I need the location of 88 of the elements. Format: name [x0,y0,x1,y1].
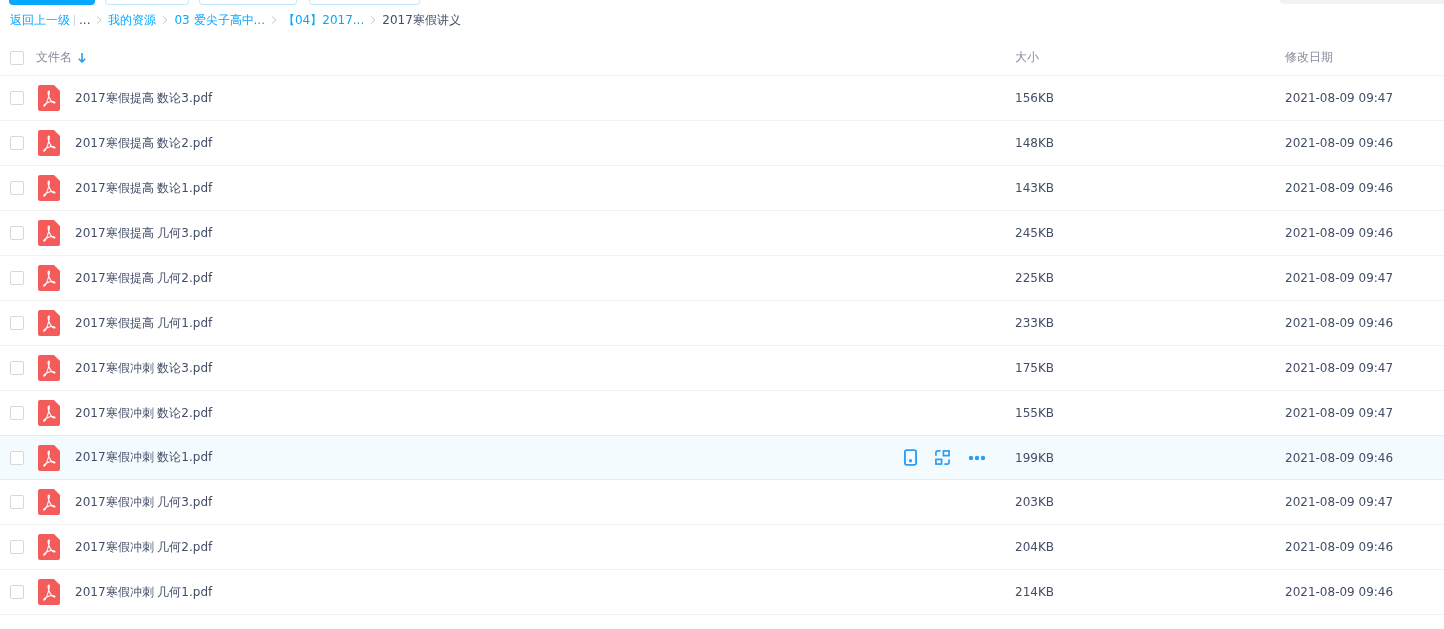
file-row[interactable]: 2017寒假提高 数论3.pdf 156KB 2021-08-09 09:47 [0,76,1444,121]
more-icon[interactable] [968,454,986,461]
modified-date: 2021-08-09 09:46 [1285,136,1395,150]
file-size: 148KB [1015,136,1055,150]
row-checkbox[interactable] [10,181,24,195]
modified-date: 2021-08-09 09:46 [1285,540,1395,554]
modified-date: 2021-08-09 09:47 [1285,361,1395,375]
chevron-right-icon [370,16,377,24]
pdf-file-icon [38,265,60,291]
file-size: 156KB [1015,91,1055,105]
row-checkbox[interactable] [10,316,24,330]
row-checkbox[interactable] [10,540,24,554]
pdf-file-icon [38,400,60,426]
file-row[interactable]: 2017寒假冲刺 数论1.pdf 199KB 2021-08-09 09:46 [0,435,1444,480]
file-name[interactable]: 2017寒假冲刺 数论3.pdf [75,359,213,377]
modified-date: 2021-08-09 09:47 [1285,406,1395,420]
modified-date: 2021-08-09 09:47 [1285,91,1395,105]
file-size: 155KB [1015,406,1055,420]
file-row[interactable]: 2017寒假提高 数论2.pdf 148KB 2021-08-09 09:46 [0,121,1444,166]
modified-date: 2021-08-09 09:46 [1285,181,1395,195]
file-size: 199KB [1015,450,1055,465]
primary-button[interactable] [9,0,95,5]
file-name[interactable]: 2017寒假冲刺 几何2.pdf [75,538,213,556]
file-row[interactable]: 2017寒假提高 数论1.pdf 143KB 2021-08-09 09:46 [0,166,1444,211]
file-name[interactable]: 2017寒假提高 几何3.pdf [75,224,213,242]
file-size: 143KB [1015,181,1055,195]
file-size: 175KB [1015,361,1055,375]
modified-date: 2021-08-09 09:46 [1285,316,1395,330]
row-checkbox[interactable] [10,406,24,420]
file-name[interactable]: 2017寒假冲刺 几何1.pdf [75,583,213,601]
file-name[interactable]: 2017寒假提高 几何1.pdf [75,314,213,332]
file-row[interactable]: 2017寒假冲刺 几何1.pdf 214KB 2021-08-09 09:46 [0,570,1444,615]
pdf-file-icon [38,220,60,246]
toolbar-button[interactable] [309,0,420,5]
modified-date: 2021-08-09 09:46 [1285,450,1395,465]
chevron-right-icon [96,16,103,24]
file-name[interactable]: 2017寒假提高 数论1.pdf [75,179,213,197]
qr-scan-icon[interactable] [935,450,950,465]
file-name[interactable]: 2017寒假冲刺 几何3.pdf [75,493,213,511]
row-checkbox[interactable] [10,91,24,105]
pdf-file-icon [38,579,60,605]
modified-date: 2021-08-09 09:46 [1285,226,1395,240]
column-header[interactable]: 修改日期 [1285,49,1333,66]
row-checkbox[interactable] [10,226,24,240]
row-checkbox[interactable] [10,585,24,599]
phone-icon[interactable] [904,449,917,466]
file-size: 233KB [1015,316,1055,330]
row-checkbox[interactable] [10,271,24,285]
file-row[interactable]: 2017寒假提高 几何2.pdf 225KB 2021-08-09 09:47 [0,256,1444,301]
pdf-file-icon [38,489,60,515]
file-size: 203KB [1015,495,1055,509]
pdf-file-icon [38,355,60,381]
file-size: 204KB [1015,540,1055,554]
file-name[interactable]: 2017寒假提高 数论3.pdf [75,89,213,107]
file-size: 214KB [1015,585,1055,599]
file-row[interactable]: 2017寒假冲刺 几何2.pdf 204KB 2021-08-09 09:46 [0,525,1444,570]
file-name[interactable]: 2017寒假提高 几何2.pdf [75,269,213,287]
pdf-file-icon [38,175,60,201]
chevron-right-icon [162,16,169,24]
pdf-file-icon [38,534,60,560]
toolbar-button[interactable] [199,0,297,5]
pdf-file-icon [38,130,60,156]
file-row[interactable]: 2017寒假提高 几何1.pdf 233KB 2021-08-09 09:46 [0,301,1444,346]
pdf-file-icon [38,444,60,471]
file-size: 245KB [1015,226,1055,240]
pdf-file-icon [38,310,60,336]
sort-arrow-icon[interactable] [78,52,86,63]
row-checkbox[interactable] [10,450,24,465]
file-name[interactable]: 2017寒假提高 数论2.pdf [75,134,213,152]
file-row[interactable]: 2017寒假提高 几何3.pdf 245KB 2021-08-09 09:46 [0,211,1444,256]
pdf-file-icon [38,85,60,111]
file-name[interactable]: 2017寒假冲刺 数论2.pdf [75,404,213,422]
modified-date: 2021-08-09 09:47 [1285,495,1395,509]
column-header[interactable]: 大小 [1015,49,1039,66]
column-header[interactable]: 文件名 [36,49,72,66]
breadcrumb-link[interactable]: ... [79,13,91,27]
select-all-checkbox[interactable] [10,50,24,65]
file-name[interactable]: 2017寒假冲刺 数论1.pdf [75,449,213,466]
chevron-right-icon [271,16,277,24]
row-checkbox[interactable] [10,495,24,509]
row-checkbox[interactable] [10,361,24,375]
file-row[interactable]: 2017寒假冲刺 几何3.pdf 203KB 2021-08-09 09:47 [0,480,1444,525]
file-row[interactable]: 2017寒假冲刺 数论3.pdf 175KB 2021-08-09 09:47 [0,346,1444,391]
file-size: 225KB [1015,271,1055,285]
row-checkbox[interactable] [10,136,24,150]
toolbar-button[interactable] [105,0,189,5]
modified-date: 2021-08-09 09:46 [1285,585,1395,599]
modified-date: 2021-08-09 09:47 [1285,271,1395,285]
